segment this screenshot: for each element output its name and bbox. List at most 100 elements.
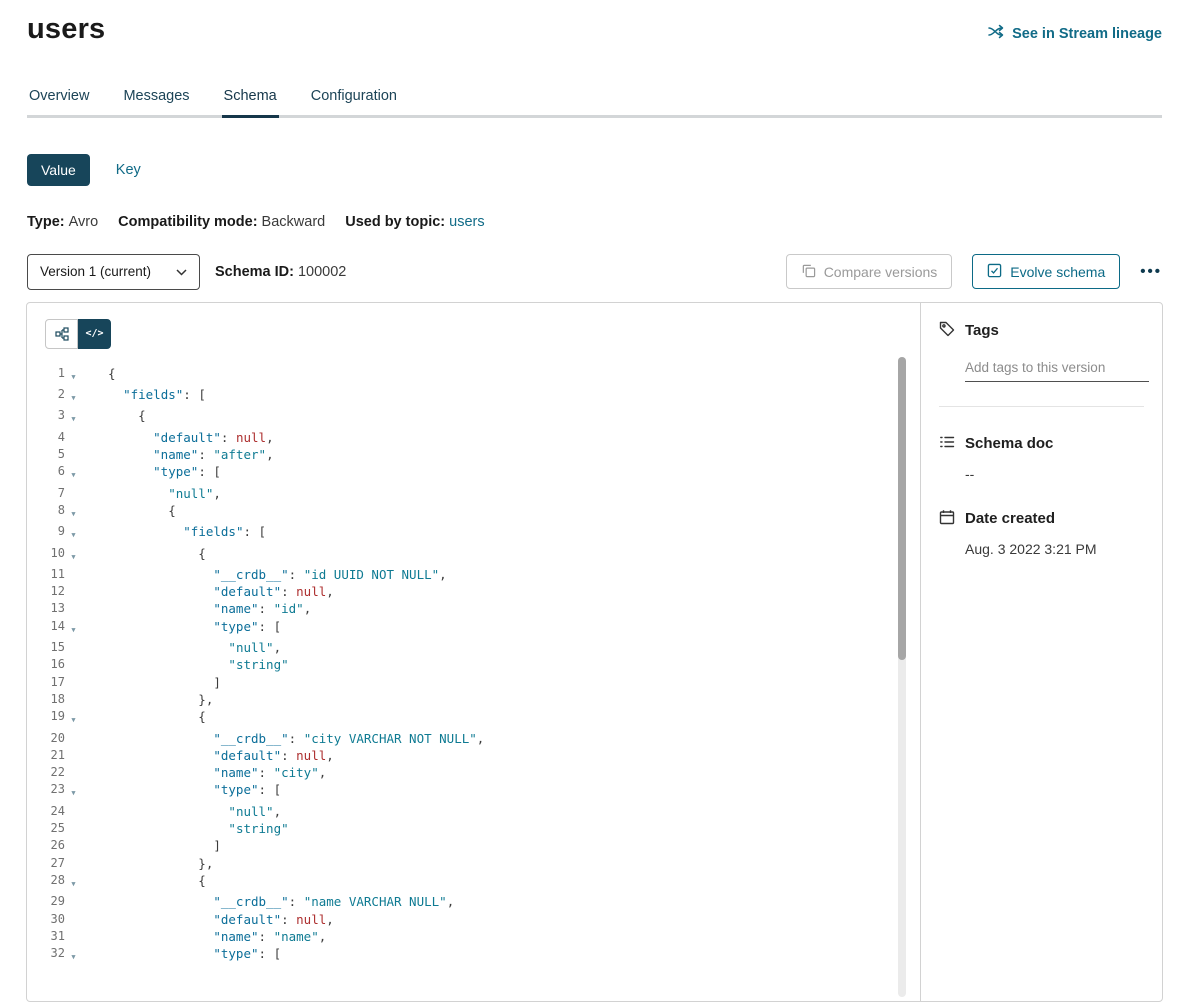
- version-select-value: Version 1 (current): [40, 264, 151, 279]
- line-number: 1: [35, 365, 65, 386]
- caret-spacer: [65, 928, 82, 945]
- code-line: 27 },: [35, 855, 920, 872]
- more-options-button[interactable]: •••: [1140, 263, 1162, 280]
- key-toggle-link[interactable]: Key: [116, 162, 141, 178]
- caret-spacer: [65, 656, 82, 673]
- code-text: "type": [: [108, 463, 221, 484]
- code-line: 22 "name": "city",: [35, 764, 920, 781]
- code-text: "default": null,: [108, 583, 334, 600]
- code-line: 23▼ "type": [: [35, 781, 920, 802]
- caret-spacer: [65, 639, 82, 656]
- topic-link[interactable]: users: [449, 214, 484, 230]
- schema-id-value: 100002: [298, 264, 346, 280]
- tab-messages[interactable]: Messages: [121, 80, 191, 115]
- collapse-caret-icon[interactable]: ▼: [65, 545, 82, 566]
- collapse-caret-icon[interactable]: ▼: [65, 463, 82, 484]
- tab-overview[interactable]: Overview: [27, 80, 91, 115]
- page-title: users: [27, 14, 105, 46]
- date-created-title: Date created: [965, 510, 1055, 527]
- value-toggle-button[interactable]: Value: [27, 154, 90, 186]
- compare-icon: [801, 263, 816, 281]
- schema-type-value: Avro: [69, 214, 99, 230]
- used-by-topic-label: Used by topic:: [345, 214, 445, 230]
- line-number: 27: [35, 855, 65, 872]
- line-number: 3: [35, 407, 65, 428]
- code-text: "name": "id",: [108, 600, 311, 617]
- code-text: {: [108, 502, 176, 523]
- code-line: 7 "null",: [35, 485, 920, 502]
- code-line: 2▼ "fields": [: [35, 386, 920, 407]
- caret-spacer: [65, 820, 82, 837]
- schema-kind-toggle: Value Key: [27, 154, 1162, 186]
- line-number: 28: [35, 872, 65, 893]
- collapse-caret-icon[interactable]: ▼: [65, 407, 82, 428]
- version-select[interactable]: Version 1 (current): [27, 254, 200, 290]
- code-text: {: [108, 708, 206, 729]
- caret-spacer: [65, 691, 82, 708]
- caret-spacer: [65, 429, 82, 446]
- schema-doc-section: Schema doc --: [939, 434, 1144, 482]
- stream-lineage-icon: [988, 24, 1005, 43]
- add-tags-input[interactable]: [965, 357, 1149, 382]
- caret-spacer: [65, 911, 82, 928]
- code-text: {: [108, 365, 116, 386]
- schema-code-viewer: </> 1▼{2▼ "fields": [3▼ {4 "default": nu…: [27, 303, 920, 1001]
- collapse-caret-icon[interactable]: ▼: [65, 872, 82, 893]
- caret-spacer: [65, 600, 82, 617]
- code-text: "null",: [108, 803, 281, 820]
- date-created-section: Date created Aug. 3 2022 3:21 PM: [939, 509, 1144, 557]
- schema-type-label: Type:: [27, 214, 65, 230]
- caret-spacer: [65, 730, 82, 747]
- code-line: 30 "default": null,: [35, 911, 920, 928]
- code-scrollbar-track[interactable]: [898, 357, 906, 997]
- code-text: },: [108, 855, 213, 872]
- collapse-caret-icon[interactable]: ▼: [65, 708, 82, 729]
- code-line: 11 "__crdb__": "id UUID NOT NULL",: [35, 566, 920, 583]
- collapse-caret-icon[interactable]: ▼: [65, 945, 82, 966]
- sidebar-divider: [939, 406, 1144, 407]
- collapse-caret-icon[interactable]: ▼: [65, 523, 82, 544]
- collapse-caret-icon[interactable]: ▼: [65, 386, 82, 407]
- collapse-caret-icon[interactable]: ▼: [65, 365, 82, 386]
- line-number: 12: [35, 583, 65, 600]
- caret-spacer: [65, 855, 82, 872]
- line-number: 29: [35, 893, 65, 910]
- date-created-value: Aug. 3 2022 3:21 PM: [965, 541, 1144, 557]
- compare-versions-label: Compare versions: [824, 264, 938, 280]
- code-text: "name": "name",: [108, 928, 326, 945]
- line-number: 21: [35, 747, 65, 764]
- line-number: 18: [35, 691, 65, 708]
- tree-view-button[interactable]: [45, 319, 78, 349]
- code-line: 19▼ {: [35, 708, 920, 729]
- schema-type: Type:Avro: [27, 214, 98, 230]
- code-view-button[interactable]: </>: [78, 319, 111, 349]
- code-line: 6▼ "type": [: [35, 463, 920, 484]
- code-line: 4 "default": null,: [35, 429, 920, 446]
- stream-lineage-label: See in Stream lineage: [1012, 26, 1162, 42]
- code-line: 17 ]: [35, 674, 920, 691]
- caret-spacer: [65, 566, 82, 583]
- tab-configuration[interactable]: Configuration: [309, 80, 399, 115]
- code-line: 20 "__crdb__": "city VARCHAR NOT NULL",: [35, 730, 920, 747]
- code-scrollbar-thumb[interactable]: [898, 357, 906, 660]
- line-number: 17: [35, 674, 65, 691]
- code-text: "name": "after",: [108, 446, 274, 463]
- tags-heading: Tags: [939, 321, 1144, 341]
- code-text: "type": [: [108, 781, 281, 802]
- collapse-caret-icon[interactable]: ▼: [65, 618, 82, 639]
- code-text: "fields": [: [108, 386, 206, 407]
- compare-versions-button[interactable]: Compare versions: [786, 254, 953, 289]
- line-number: 9: [35, 523, 65, 544]
- line-number: 23: [35, 781, 65, 802]
- code-line: 29 "__crdb__": "name VARCHAR NULL",: [35, 893, 920, 910]
- tab-schema[interactable]: Schema: [222, 80, 279, 118]
- collapse-caret-icon[interactable]: ▼: [65, 781, 82, 802]
- line-number: 15: [35, 639, 65, 656]
- stream-lineage-link[interactable]: See in Stream lineage: [988, 24, 1162, 43]
- evolve-schema-button[interactable]: Evolve schema: [972, 254, 1120, 289]
- collapse-caret-icon[interactable]: ▼: [65, 502, 82, 523]
- line-number: 6: [35, 463, 65, 484]
- code-line: 8▼ {: [35, 502, 920, 523]
- caret-spacer: [65, 583, 82, 600]
- line-number: 22: [35, 764, 65, 781]
